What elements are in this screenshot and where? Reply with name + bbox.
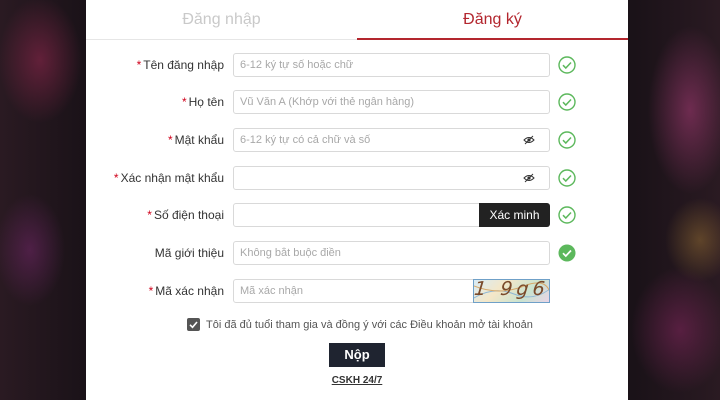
- confirm-password-row: * Xác nhận mật khẩu: [86, 166, 628, 190]
- username-label: * Tên đăng nhập: [136, 58, 224, 72]
- fullname-input[interactable]: [233, 90, 550, 114]
- check-circle-icon: [558, 93, 576, 111]
- referral-input[interactable]: [233, 241, 550, 265]
- register-panel: Đăng nhập Đăng ký *Tên đăng nhập *Họ tên…: [86, 0, 628, 400]
- checkmark-icon: [189, 321, 198, 329]
- referral-label: Mã giới thiệu: [154, 246, 224, 260]
- password-label: * Mật khẩu: [167, 133, 224, 147]
- check-circle-icon: [558, 131, 576, 149]
- referral-row: Mã giới thiệu: [86, 241, 628, 265]
- fullname-label: * Họ tên: [181, 95, 224, 109]
- check-circle-icon: [558, 56, 576, 74]
- confirm-password-input[interactable]: [233, 166, 550, 190]
- captcha-row: *Mã xác nhận 1 9g6: [86, 279, 628, 303]
- phone-input[interactable]: [233, 203, 480, 227]
- captcha-text: 1 9g6: [473, 279, 550, 300]
- password-row: * Mật khẩu: [86, 128, 628, 152]
- agree-text: Tôi đã đủ tuổi tham gia và đồng ý với cá…: [206, 319, 533, 331]
- submit-button[interactable]: Nộp: [329, 343, 385, 367]
- tab-register[interactable]: Đăng ký: [357, 0, 628, 40]
- password-input[interactable]: [233, 128, 550, 152]
- eye-slash-icon[interactable]: [523, 135, 535, 145]
- support-link[interactable]: CSKH 24/7: [328, 375, 386, 386]
- fullname-row: * Họ tên: [86, 90, 628, 114]
- phone-label: * Số điện thoại: [147, 208, 224, 222]
- phone-row: * Số điện thoại Xác minh: [86, 203, 628, 227]
- check-circle-icon: [558, 206, 576, 224]
- tab-login[interactable]: Đăng nhập: [86, 0, 357, 39]
- confirm-password-label: * Xác nhận mật khẩu: [113, 171, 224, 185]
- captcha-image[interactable]: 1 9g6: [473, 279, 550, 303]
- username-row: * Tên đăng nhập: [86, 53, 628, 77]
- username-input[interactable]: [233, 53, 550, 77]
- eye-slash-icon[interactable]: [523, 173, 535, 183]
- agree-checkbox[interactable]: [187, 318, 200, 331]
- captcha-label: * Mã xác nhận: [148, 284, 224, 298]
- check-circle-icon: [558, 244, 576, 262]
- check-circle-icon: [558, 169, 576, 187]
- verify-button[interactable]: Xác minh: [479, 203, 550, 227]
- tab-bar: Đăng nhập Đăng ký: [86, 0, 628, 40]
